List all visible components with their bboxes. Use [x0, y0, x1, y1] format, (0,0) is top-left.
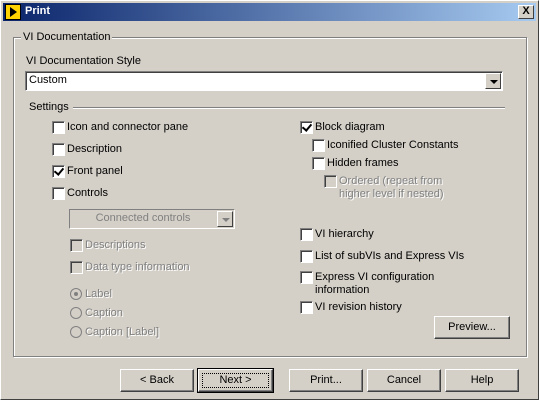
doc-style-dropdown-button[interactable]	[485, 73, 501, 89]
doc-style-label: VI Documentation Style	[26, 55, 141, 67]
data-type-label[interactable]: Data type information	[85, 261, 190, 273]
title-bar[interactable]: Print X	[3, 3, 536, 21]
chevron-down-icon	[222, 218, 230, 222]
controls-label[interactable]: Controls	[67, 187, 108, 199]
ordered-label-line2[interactable]: higher level if nested)	[339, 188, 444, 200]
vi-documentation-legend: VI Documentation	[21, 31, 113, 43]
caption-radio-label[interactable]: Caption	[85, 307, 123, 319]
controls-scope-dropdown-button[interactable]	[217, 211, 233, 227]
express-config-checkbox[interactable]	[300, 271, 313, 284]
controls-scope-value: Connected controls	[95, 212, 191, 224]
controls-scope-select[interactable]: Connected controls	[69, 209, 235, 229]
preview-button[interactable]: Preview...	[434, 316, 510, 339]
next-button[interactable]: Next >	[197, 368, 274, 393]
description-checkbox[interactable]	[52, 143, 65, 156]
description-label[interactable]: Description	[67, 143, 122, 155]
close-button[interactable]: X	[518, 5, 534, 19]
cancel-button[interactable]: Cancel	[367, 369, 441, 392]
icon-connector-checkbox[interactable]	[52, 121, 65, 134]
descriptions-label[interactable]: Descriptions	[85, 239, 146, 251]
revision-history-checkbox[interactable]	[300, 301, 313, 314]
settings-divider	[73, 107, 505, 109]
doc-style-value: Custom	[29, 74, 67, 86]
hidden-frames-label[interactable]: Hidden frames	[327, 157, 399, 169]
label-radio-label[interactable]: Label	[85, 288, 112, 300]
window-title: Print	[25, 5, 51, 17]
icon-connector-label[interactable]: Icon and connector pane	[67, 121, 188, 133]
label-radio[interactable]	[70, 288, 82, 300]
focus-ring	[202, 373, 269, 388]
subvis-list-checkbox[interactable]	[300, 250, 313, 263]
data-type-checkbox[interactable]	[70, 261, 83, 274]
labview-app-icon	[5, 4, 21, 20]
block-diagram-checkbox[interactable]	[300, 121, 313, 134]
settings-legend: Settings	[29, 101, 69, 113]
vi-hierarchy-label[interactable]: VI hierarchy	[315, 228, 374, 240]
doc-style-select[interactable]: Custom	[25, 71, 503, 91]
print-button[interactable]: Print...	[289, 369, 363, 392]
print-dialog: Print X VI Documentation VI Documentatio…	[0, 0, 539, 400]
ordered-checkbox[interactable]	[324, 175, 337, 188]
express-config-label-line2[interactable]: information	[315, 284, 369, 296]
vi-hierarchy-checkbox[interactable]	[300, 228, 313, 241]
iconified-constants-label[interactable]: Iconified Cluster Constants	[327, 139, 458, 151]
iconified-constants-checkbox[interactable]	[312, 139, 325, 152]
caption-label-radio[interactable]	[70, 326, 82, 338]
chevron-down-icon	[490, 80, 498, 84]
express-config-label-line1[interactable]: Express VI configuration	[315, 271, 434, 283]
front-panel-label[interactable]: Front panel	[67, 165, 123, 177]
hidden-frames-checkbox[interactable]	[312, 157, 325, 170]
help-button[interactable]: Help	[445, 369, 519, 392]
front-panel-checkbox[interactable]	[52, 165, 65, 178]
subvis-list-label[interactable]: List of subVIs and Express VIs	[315, 250, 464, 262]
ordered-label-line1[interactable]: Ordered (repeat from	[339, 175, 442, 187]
caption-radio[interactable]	[70, 307, 82, 319]
block-diagram-label[interactable]: Block diagram	[315, 121, 385, 133]
descriptions-checkbox[interactable]	[70, 239, 83, 252]
caption-label-radio-label[interactable]: Caption [Label]	[85, 326, 159, 338]
controls-checkbox[interactable]	[52, 187, 65, 200]
revision-history-label[interactable]: VI revision history	[315, 301, 402, 313]
back-button[interactable]: < Back	[120, 369, 194, 392]
